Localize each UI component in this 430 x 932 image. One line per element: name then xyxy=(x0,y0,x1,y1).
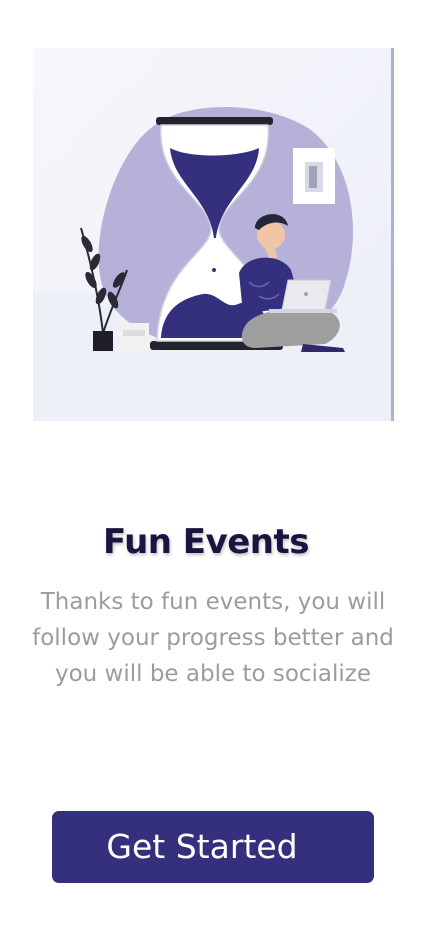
onboarding-description: Thanks to fun events, you will follow yo… xyxy=(32,589,394,687)
onboarding-illustration xyxy=(33,48,394,421)
get-started-button[interactable]: Get Started xyxy=(52,811,374,883)
page-title: Fun Events xyxy=(103,522,309,562)
